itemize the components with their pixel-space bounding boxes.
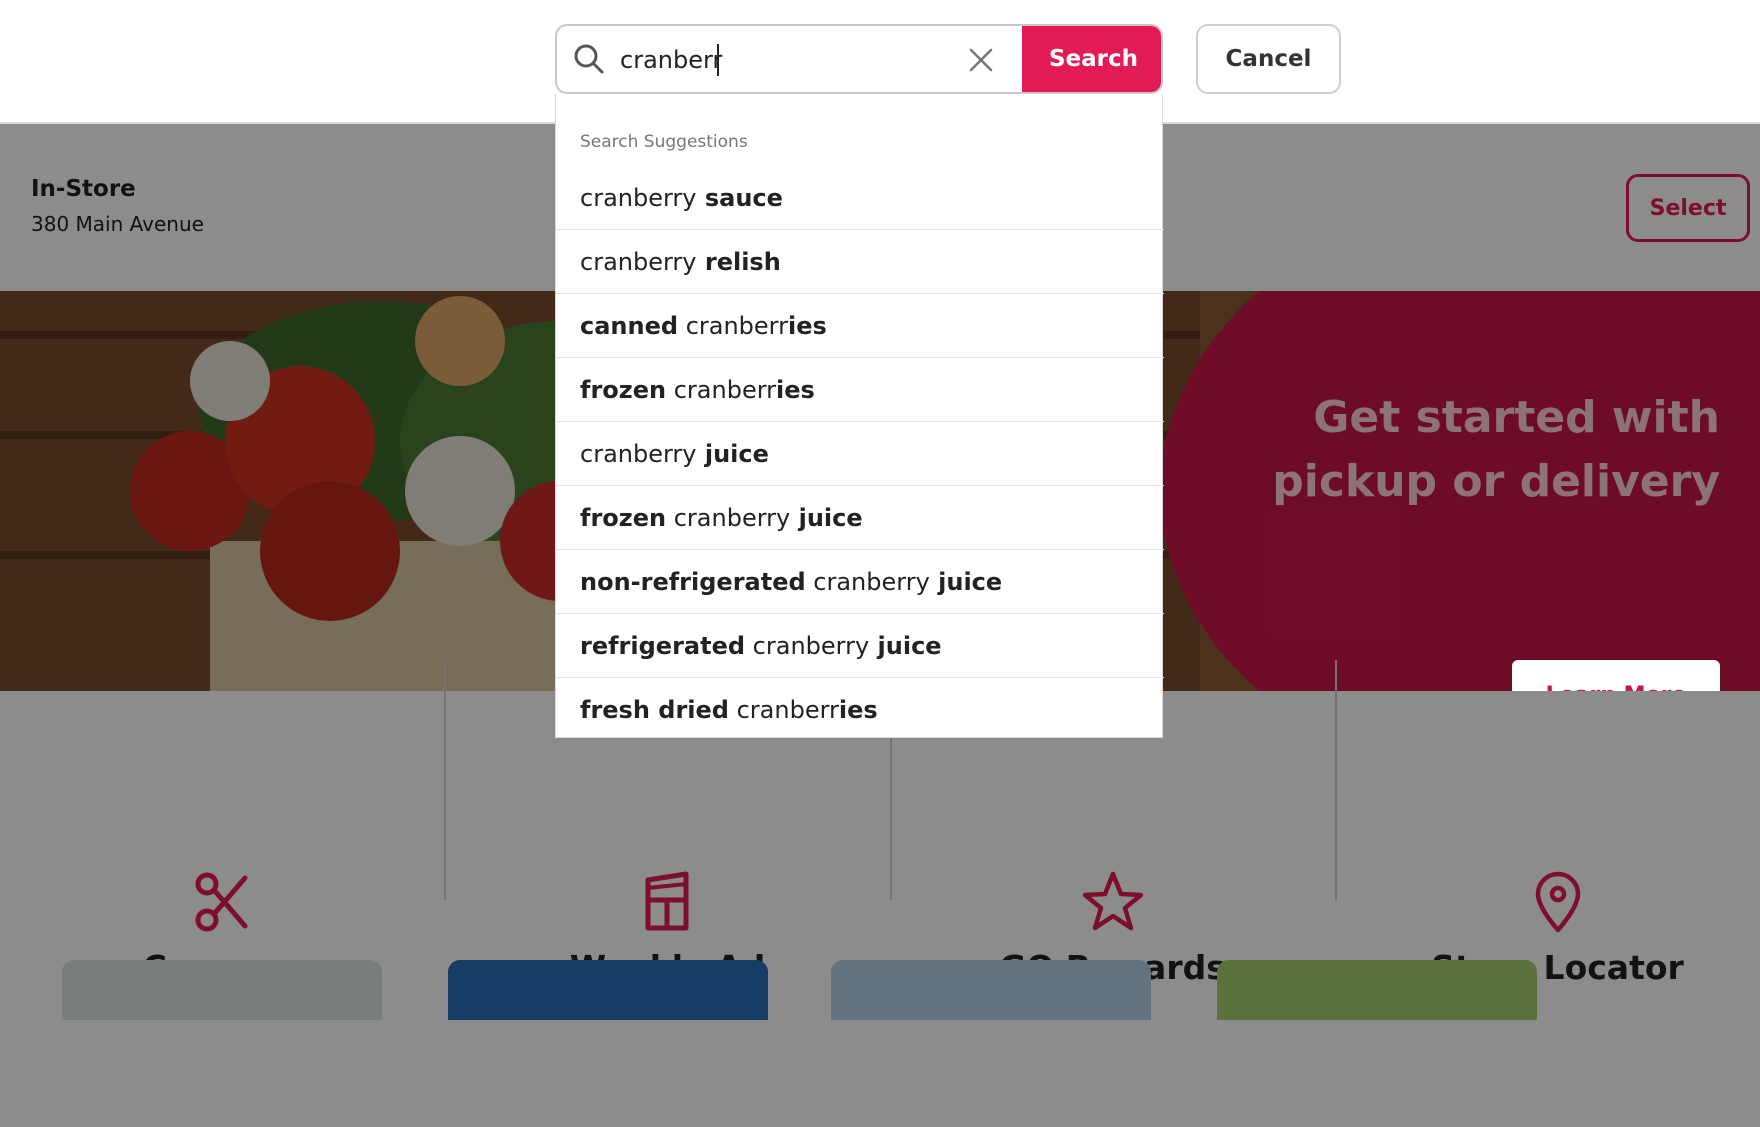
suggestion-text: juice	[869, 631, 942, 660]
suggestion-text: cranberr	[678, 311, 788, 340]
search-input[interactable]	[620, 40, 950, 80]
search-suggestions-dropdown: Search Suggestions cranberry sauce cranbe…	[555, 94, 1164, 738]
suggestion-item[interactable]: cranberry relish	[556, 230, 1164, 294]
suggestion-text: juice	[790, 503, 863, 532]
suggestion-text: frozen	[580, 375, 667, 404]
suggestion-item[interactable]: non-refrigerated cranberry juice	[556, 550, 1164, 614]
suggestion-item[interactable]: refrigerated cranberry juice	[556, 614, 1164, 678]
suggestion-text: refrigerated	[580, 631, 746, 660]
suggestion-text: sauce	[696, 183, 783, 212]
cancel-button[interactable]: Cancel	[1196, 24, 1341, 94]
suggestion-text: cranberry	[580, 247, 697, 276]
suggestion-text: ies	[838, 696, 878, 724]
suggestion-item[interactable]: cranberry sauce	[556, 166, 1164, 230]
suggestion-item[interactable]: fresh dried cranberr ies	[556, 678, 1164, 742]
suggestion-item[interactable]: cranberry juice	[556, 422, 1164, 486]
search-icon	[574, 44, 604, 74]
suggestion-text: frozen	[580, 503, 667, 532]
suggestion-text: non-refrigerated	[580, 567, 806, 596]
suggestion-text: fresh dried	[580, 696, 729, 724]
suggestion-text: cranberry	[580, 183, 697, 212]
learn-more-button[interactable]: Learn More	[1512, 660, 1720, 691]
search-button[interactable]: Search	[1022, 26, 1161, 92]
suggestion-text: canned	[580, 311, 679, 340]
suggestion-text: ies	[787, 311, 827, 340]
suggestions-list: cranberry sauce cranberry relish canned cr…	[556, 166, 1164, 742]
suggestion-text: juice	[696, 439, 769, 468]
suggestion-item[interactable]: canned cranberr ies	[556, 294, 1164, 358]
suggestion-text: cranberr	[728, 696, 839, 724]
suggestion-text: cranberr	[666, 375, 777, 404]
suggestion-text: cranberry	[805, 567, 930, 596]
suggestion-text: relish	[696, 247, 781, 276]
suggestion-text: cranberry	[745, 631, 870, 660]
text-cursor	[717, 44, 719, 76]
suggestion-text: ies	[776, 375, 815, 404]
suggestion-item[interactable]: frozen cranberr ies	[556, 358, 1164, 422]
clear-icon[interactable]	[967, 46, 995, 74]
suggestion-text: cranberry	[580, 439, 697, 468]
suggestion-text: cranberry	[666, 503, 791, 532]
search-bar: Search	[555, 24, 1163, 94]
suggestions-header: Search Suggestions	[580, 132, 748, 152]
suggestion-text: juice	[929, 567, 1003, 596]
suggestion-item[interactable]: frozen cranberry juice	[556, 486, 1164, 550]
